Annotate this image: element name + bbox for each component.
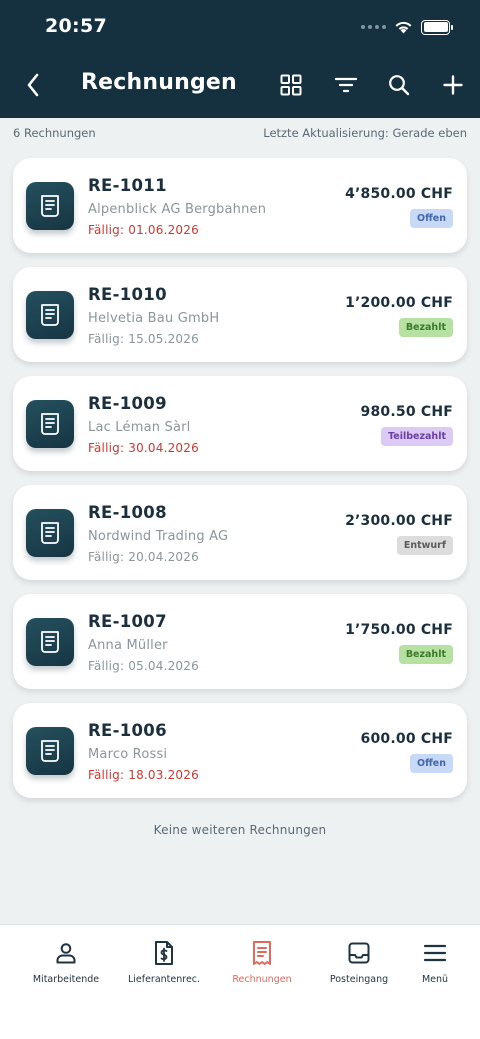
- receipt-icon: [253, 941, 271, 965]
- invoice-count: 6 Rechnungen: [13, 126, 96, 140]
- invoice-customer: Lac Léman Sàrl: [88, 420, 191, 435]
- tab-rechnungen[interactable]: Rechnungen: [217, 939, 307, 995]
- invoice-customer: Alpenblick AG Bergbahnen: [88, 202, 267, 217]
- filter-icon: [335, 77, 357, 93]
- invoice-number: RE-1007: [88, 612, 167, 631]
- invoice-amount: 1’200.00 CHF: [345, 295, 453, 311]
- tab-label: Rechnungen: [232, 974, 292, 985]
- invoice-number: RE-1006: [88, 721, 167, 740]
- receipt-icon: [41, 522, 59, 544]
- receipt-icon: [41, 413, 59, 435]
- list-summary-bar: 6 Rechnungen Letzte Aktualisierung: Gera…: [13, 126, 467, 142]
- invoice-card[interactable]: RE-1008 Nordwind Trading AG Fällig: 20.04.…: [13, 485, 467, 580]
- wifi-icon: [395, 21, 412, 34]
- tab-lieferantenrec[interactable]: Lieferantenrec.: [119, 939, 209, 995]
- invoice-due-date: Fällig: 20.04.2026: [88, 550, 199, 564]
- invoice-due-date: Fällig: 01.06.2026: [88, 223, 199, 237]
- invoice-customer: Marco Rossi: [88, 747, 168, 762]
- invoice-amount: 4’850.00 CHF: [345, 186, 453, 202]
- dollar-document-icon: [155, 941, 173, 965]
- receipt-icon: [41, 304, 59, 326]
- invoice-document-icon: [26, 400, 74, 448]
- status-time: 20:57: [45, 15, 107, 37]
- invoice-amount: 980.50 CHF: [360, 404, 453, 420]
- tab-menu[interactable]: Menü: [390, 939, 480, 995]
- invoice-document-icon: [26, 618, 74, 666]
- invoice-card[interactable]: RE-1007 Anna Müller Fällig: 05.04.2026 1’75…: [13, 594, 467, 689]
- status-badge: Teilbezahlt: [381, 427, 453, 446]
- tab-label: Menü: [421, 974, 449, 985]
- filter-button[interactable]: [330, 69, 362, 101]
- receipt-icon: [41, 195, 59, 217]
- grid-icon: [280, 74, 302, 96]
- grid-view-button[interactable]: [275, 69, 307, 101]
- battery-icon: [421, 19, 453, 35]
- back-button[interactable]: [18, 68, 48, 102]
- status-badge: Offen: [410, 754, 453, 773]
- status-badge: Entwurf: [396, 536, 453, 555]
- invoice-customer: Nordwind Trading AG: [88, 529, 229, 544]
- invoice-number: RE-1009: [88, 394, 167, 413]
- last-update: Letzte Aktualisierung: Gerade eben: [263, 126, 467, 140]
- tab-mitarbeitende[interactable]: Mitarbeitende: [21, 939, 111, 995]
- invoice-due-date: Fällig: 05.04.2026: [88, 659, 199, 673]
- status-badge: Bezahlt: [398, 318, 453, 337]
- search-icon: [389, 75, 410, 96]
- invoice-document-icon: [26, 291, 74, 339]
- status-badge: Bezahlt: [398, 645, 453, 664]
- page-title: Rechnungen: [81, 70, 237, 95]
- invoice-number: RE-1011: [88, 176, 167, 195]
- invoice-document-icon: [26, 182, 74, 230]
- app-header: 20:57 Rechnungen: [0, 0, 480, 118]
- invoice-document-icon: [26, 727, 74, 775]
- receipt-icon: [41, 740, 59, 762]
- status-badge: Offen: [410, 209, 453, 228]
- invoice-card[interactable]: RE-1009 Lac Léman Sàrl Fällig: 30.04.2026 9…: [13, 376, 467, 471]
- add-invoice-button[interactable]: [437, 69, 469, 101]
- invoice-amount: 1’750.00 CHF: [345, 622, 453, 638]
- bottom-tab-bar: Mitarbeitende Lieferantenrec. Rechnungen: [0, 924, 480, 1039]
- invoice-due-date: Fällig: 15.05.2026: [88, 332, 199, 346]
- chevron-left-icon: [27, 73, 39, 97]
- invoice-due-date: Fällig: 18.03.2026: [88, 768, 199, 782]
- inbox-icon: [348, 942, 370, 964]
- search-button[interactable]: [383, 69, 415, 101]
- invoice-amount: 2’300.00 CHF: [345, 513, 453, 529]
- tab-label: Posteingang: [329, 974, 389, 985]
- list-end-note: Keine weiteren Rechnungen: [153, 823, 327, 837]
- invoice-customer: Anna Müller: [88, 638, 168, 653]
- tab-label: Lieferantenrec.: [127, 974, 201, 985]
- receipt-icon: [41, 631, 59, 653]
- invoice-card[interactable]: RE-1010 Helvetia Bau GmbH Fällig: 15.05.20…: [13, 267, 467, 362]
- person-icon: [56, 943, 76, 964]
- tab-label: Mitarbeitende: [32, 974, 100, 985]
- invoice-number: RE-1008: [88, 503, 167, 522]
- plus-icon: [443, 75, 463, 95]
- invoice-due-date: Fällig: 30.04.2026: [88, 441, 199, 455]
- hamburger-menu-icon: [423, 944, 447, 962]
- invoice-card[interactable]: RE-1006 Marco Rossi Fällig: 18.03.2026 600.…: [13, 703, 467, 798]
- signal-icon: [361, 25, 386, 29]
- invoice-amount: 600.00 CHF: [360, 731, 453, 747]
- invoice-number: RE-1010: [88, 285, 167, 304]
- status-indicators: [361, 17, 453, 37]
- invoice-document-icon: [26, 509, 74, 557]
- invoice-card[interactable]: RE-1011 Alpenblick AG Bergbahnen Fällig: 0…: [13, 158, 467, 253]
- invoice-customer: Helvetia Bau GmbH: [88, 311, 220, 326]
